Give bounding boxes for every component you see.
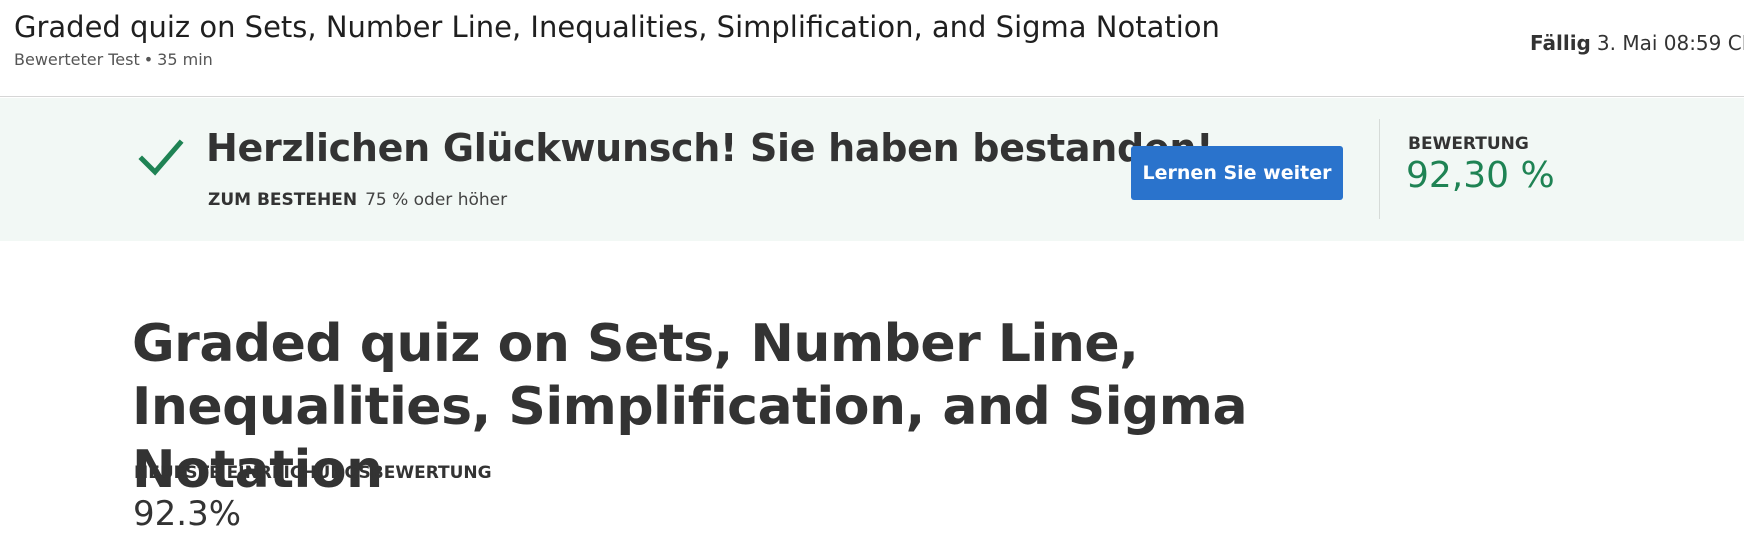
- quiz-duration: 35 min: [157, 50, 213, 69]
- grade-label: BEWERTUNG: [1408, 134, 1529, 154]
- pass-banner: Herzlichen Glückwunsch! Sie haben bestan…: [0, 98, 1744, 241]
- latest-submission-label: NEUESTE EINREICHUNGSBEWERTUNG: [134, 463, 492, 483]
- quiz-header: Graded quiz on Sets, Number Line, Inequa…: [0, 0, 1744, 97]
- meta-separator: •: [143, 50, 154, 69]
- banner-divider: [1379, 119, 1380, 219]
- due-date: Fällig3. Mai 08:59 CES: [1530, 31, 1744, 55]
- grade-value: 92,30 %: [1406, 155, 1555, 196]
- pass-headline: Herzlichen Glückwunsch! Sie haben bestan…: [206, 126, 1214, 170]
- continue-learning-button[interactable]: Lernen Sie weiter: [1131, 146, 1343, 200]
- due-value: 3. Mai 08:59 CES: [1596, 31, 1744, 55]
- pass-requirement-label: ZUM BESTEHEN: [208, 190, 358, 210]
- header-title: Graded quiz on Sets, Number Line, Inequa…: [14, 10, 1220, 44]
- latest-submission-grade: 92.3%: [133, 494, 242, 534]
- checkmark-icon: [138, 139, 184, 176]
- header-meta: Bewerteter Test • 35 min: [14, 50, 213, 69]
- quiz-type: Bewerteter Test: [14, 50, 140, 69]
- pass-requirement-value: 75 % oder höher: [365, 190, 508, 210]
- pass-requirement: ZUM BESTEHEN 75 % oder höher: [208, 190, 507, 210]
- due-label: Fällig: [1530, 31, 1591, 55]
